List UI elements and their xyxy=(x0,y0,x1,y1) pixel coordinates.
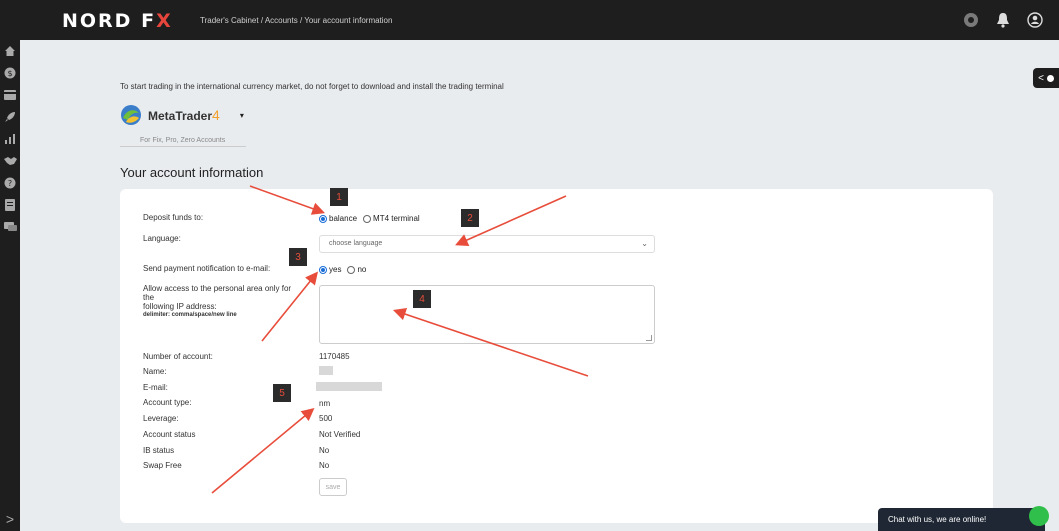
section-title: Your account information xyxy=(120,165,264,180)
chat-widget[interactable]: Chat with us, we are online! xyxy=(878,506,1049,531)
metatrader-label: MetaTrader xyxy=(148,109,213,123)
ip-label-line1: Allow access to the personal area only f… xyxy=(143,284,292,302)
chevron-down-icon: ⌄ xyxy=(641,239,648,248)
account-number-label: Number of account: xyxy=(143,352,213,361)
ip-label: Allow access to the personal area only f… xyxy=(143,284,298,320)
support-icon[interactable] xyxy=(961,10,981,30)
ip-label-line2: following IP address: xyxy=(143,302,217,311)
status-label: Account status xyxy=(143,430,196,439)
logo-text: NORD F xyxy=(62,10,157,32)
rocket-icon[interactable] xyxy=(0,106,20,128)
annotation-badge-2: 2 xyxy=(461,209,479,227)
notify-radio-group: yes no xyxy=(319,265,366,274)
collapse-chevron: < xyxy=(1038,72,1044,84)
status-value: Not Verified xyxy=(319,430,361,439)
save-button[interactable]: save xyxy=(319,478,347,496)
select-placeholder: choose language xyxy=(329,240,383,247)
breadcrumb: Trader's Cabinet / Accounts / Your accou… xyxy=(200,16,393,25)
deposit-radio-group: balance MT4 terminal xyxy=(319,214,420,223)
deposit-label: Deposit funds to: xyxy=(143,213,204,222)
ip-hint: delimiter: comma/space/new line xyxy=(143,312,237,318)
notify-label: Send payment notification to e-mail: xyxy=(143,264,271,273)
swap-value: No xyxy=(319,461,330,470)
ib-value: No xyxy=(319,446,330,455)
handshake-icon[interactable] xyxy=(0,150,20,172)
leverage-label: Leverage: xyxy=(143,414,179,423)
sidebar: $ ? > xyxy=(0,40,20,531)
deposit-balance-radio[interactable]: balance xyxy=(319,214,357,223)
metatrader-subtitle: For Fix, Pro, Zero Accounts xyxy=(140,137,226,144)
notify-no-radio[interactable]: no xyxy=(347,265,366,274)
online-indicator-icon xyxy=(1029,506,1049,526)
account-type-label: Account type: xyxy=(143,398,192,407)
chat-text: Chat with us, we are online! xyxy=(888,515,987,524)
dollar-icon[interactable]: $ xyxy=(0,62,20,84)
language-label: Language: xyxy=(143,234,181,243)
panel-icon xyxy=(1046,74,1054,82)
chart-icon[interactable] xyxy=(0,128,20,150)
metatrader-name: MetaTrader4 xyxy=(148,107,220,123)
svg-text:$: $ xyxy=(7,69,12,78)
metatrader-logo-icon xyxy=(121,105,141,125)
annotation-badge-3: 3 xyxy=(289,248,307,266)
ib-label: IB status xyxy=(143,446,175,455)
name-label: Name: xyxy=(143,367,167,376)
language-select[interactable]: choose language ⌄ xyxy=(319,235,655,253)
divider xyxy=(120,146,246,147)
radio-label: balance xyxy=(329,214,358,223)
svg-text:?: ? xyxy=(8,179,12,188)
resize-handle-icon[interactable] xyxy=(646,335,652,341)
logo-x: X xyxy=(156,10,173,32)
account-number-value: 1170485 xyxy=(319,352,350,361)
radio-checked-icon xyxy=(319,265,327,274)
card-icon[interactable] xyxy=(0,84,20,106)
top-bar: NORD FX Trader's Cabinet / Accounts / Yo… xyxy=(0,0,1059,40)
annotation-badge-1: 1 xyxy=(330,188,348,206)
metatrader-version: 4 xyxy=(212,107,220,123)
account-type-value: nm xyxy=(319,399,331,408)
annotation-badge-5: 5 xyxy=(273,384,291,402)
user-icon[interactable] xyxy=(1025,10,1045,30)
swap-label: Swap Free xyxy=(143,461,182,470)
metatrader-selector[interactable]: MetaTrader4 ▾ xyxy=(120,104,244,126)
radio-label: yes xyxy=(329,265,342,274)
radio-checked-icon xyxy=(319,214,327,223)
radio-unchecked-icon xyxy=(363,214,372,223)
annotation-badge-4: 4 xyxy=(413,290,431,308)
radio-unchecked-icon xyxy=(347,265,356,274)
notify-yes-radio[interactable]: yes xyxy=(319,265,341,274)
help-icon[interactable]: ? xyxy=(0,172,20,194)
name-value-redacted xyxy=(319,366,333,377)
ip-address-textarea[interactable] xyxy=(319,285,655,344)
document-icon[interactable] xyxy=(0,194,20,216)
sidebar-expand-button[interactable]: > xyxy=(0,511,20,527)
email-value-redacted xyxy=(316,382,382,393)
deposit-mt4-radio[interactable]: MT4 terminal xyxy=(363,214,420,223)
collapse-tab[interactable]: < xyxy=(1033,68,1059,88)
nordfx-logo[interactable]: NORD FX xyxy=(62,10,173,32)
bell-icon[interactable] xyxy=(993,10,1013,30)
email-label: E-mail: xyxy=(143,383,168,392)
radio-label: MT4 terminal xyxy=(373,214,420,223)
leverage-value: 500 xyxy=(319,414,333,423)
intro-text: To start trading in the international cu… xyxy=(120,82,504,91)
caret-down-icon[interactable]: ▾ xyxy=(240,111,244,120)
chat-icon[interactable] xyxy=(0,216,20,238)
radio-label: no xyxy=(357,265,367,274)
home-icon[interactable] xyxy=(0,40,20,62)
